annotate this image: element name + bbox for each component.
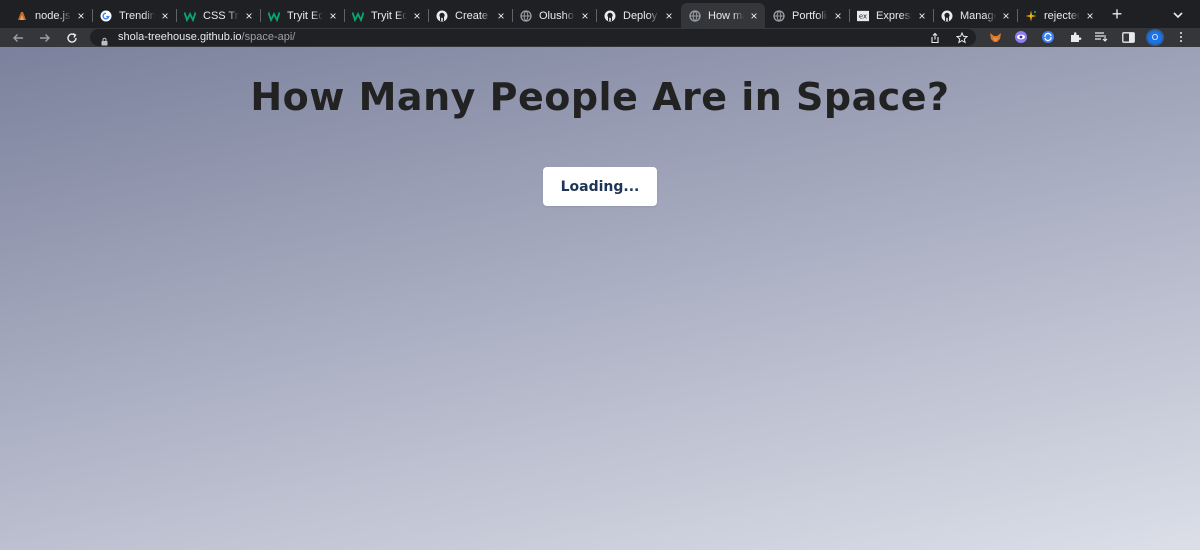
tab-title: Create <box>455 9 489 22</box>
svg-text:ex: ex <box>859 12 867 20</box>
tab-close-icon[interactable]: × <box>1084 10 1096 22</box>
profile-avatar[interactable]: O <box>1146 29 1164 46</box>
browser-tab[interactable]: Portfolio × <box>765 3 845 28</box>
browser-toolbar: shola-treehouse.github.io/space-api/ <box>0 28 1200 47</box>
tab-close-icon[interactable]: × <box>159 10 171 22</box>
browser-tab[interactable]: Manage × <box>933 3 1013 28</box>
browser-tab[interactable]: rejected × <box>1017 3 1097 28</box>
loading-status: Loading... <box>560 178 640 195</box>
address-bar[interactable]: shola-treehouse.github.io/space-api/ <box>90 29 976 46</box>
loading-card: Loading... <box>543 167 657 206</box>
reading-list-icon[interactable] <box>1094 30 1108 44</box>
tab-close-icon[interactable]: × <box>243 10 255 22</box>
page-viewport: How Many People Are in Space? Loading... <box>0 47 1200 550</box>
github-favicon-icon <box>941 10 953 22</box>
tab-title: node.js <box>35 9 71 22</box>
tab-title: Deploy <box>623 9 658 22</box>
tab-close-icon[interactable]: × <box>579 10 591 22</box>
share-icon[interactable] <box>928 31 941 44</box>
ex-favicon-icon: ex <box>857 10 869 22</box>
browser-tab[interactable]: How many × <box>681 3 765 28</box>
url-host: shola-treehouse.github.io <box>118 31 242 43</box>
node-favicon-icon <box>16 10 28 22</box>
tab-search-chevron-icon[interactable] <box>1172 8 1184 20</box>
tab-title: Tryit Editor <box>287 9 323 22</box>
side-panel-icon[interactable] <box>1121 30 1135 44</box>
browser-menu-icon[interactable] <box>1177 30 1185 44</box>
google-favicon-icon <box>100 10 112 22</box>
browser-tab[interactable]: Tryit Editor × <box>344 3 424 28</box>
w-favicon-icon <box>184 10 196 22</box>
github-favicon-icon <box>604 10 616 22</box>
browser-tab[interactable]: CSS Tricks × <box>176 3 256 28</box>
tab-title: Portfolio <box>792 9 828 22</box>
sync-extension-icon[interactable] <box>1041 30 1055 44</box>
sparkle-favicon-icon <box>1025 10 1037 22</box>
tab-close-icon[interactable]: × <box>832 10 844 22</box>
tab-title: CSS Tricks <box>203 9 239 22</box>
back-arrow-icon[interactable] <box>9 29 26 46</box>
tab-title: Trending <box>119 9 155 22</box>
tab-strip: node.js×Trending×CSS Tricks×Tryit Editor… <box>0 0 1200 28</box>
w-favicon-icon <box>352 10 364 22</box>
forward-arrow-icon[interactable] <box>36 29 53 46</box>
tab-title: Express <box>876 9 912 22</box>
url-text[interactable]: shola-treehouse.github.io/space-api/ <box>118 31 295 44</box>
globe-favicon-icon <box>520 9 532 22</box>
tab-close-icon[interactable]: × <box>748 10 760 22</box>
tab-close-icon[interactable]: × <box>411 10 423 22</box>
browser-tab[interactable]: Trending × <box>92 3 172 28</box>
globe-favicon-icon <box>689 9 701 22</box>
tab-title: rejected <box>1044 9 1080 22</box>
metamask-fox-icon[interactable] <box>988 30 1002 44</box>
tab-close-icon[interactable]: × <box>327 10 339 22</box>
tab-close-icon[interactable]: × <box>495 10 507 22</box>
url-path: /space-api/ <box>241 31 296 43</box>
puzzle-extensions-icon[interactable] <box>1068 30 1082 44</box>
browser-tab[interactable]: Create × <box>428 3 508 28</box>
github-favicon-icon <box>436 10 448 22</box>
w-favicon-icon <box>268 10 280 22</box>
lock-icon[interactable] <box>100 33 109 46</box>
tab-close-icon[interactable]: × <box>916 10 928 22</box>
tab-title: Manage <box>960 9 996 22</box>
bookmark-star-icon[interactable] <box>955 31 968 44</box>
new-tab-icon[interactable]: + <box>1109 5 1125 23</box>
tab-title: Olushola <box>539 9 575 22</box>
browser-tab[interactable]: ex Express × <box>849 3 929 28</box>
tab-close-icon[interactable]: × <box>75 10 87 22</box>
eye-extension-icon[interactable] <box>1014 30 1028 44</box>
tab-close-icon[interactable]: × <box>663 10 675 22</box>
browser-tab[interactable]: Olushola × <box>512 3 592 28</box>
browser-tab[interactable]: node.js × <box>8 3 88 28</box>
page-title: How Many People Are in Space? <box>250 75 950 119</box>
tab-close-icon[interactable]: × <box>1000 10 1012 22</box>
tab-title: Tryit Editor <box>371 9 407 22</box>
browser-tab[interactable]: Tryit Editor × <box>260 3 340 28</box>
browser-tab[interactable]: Deploy × <box>596 3 676 28</box>
tab-title: How many <box>708 9 744 22</box>
reload-icon[interactable] <box>63 29 80 46</box>
profile-initial: O <box>1151 33 1159 42</box>
globe-favicon-icon <box>773 9 785 22</box>
